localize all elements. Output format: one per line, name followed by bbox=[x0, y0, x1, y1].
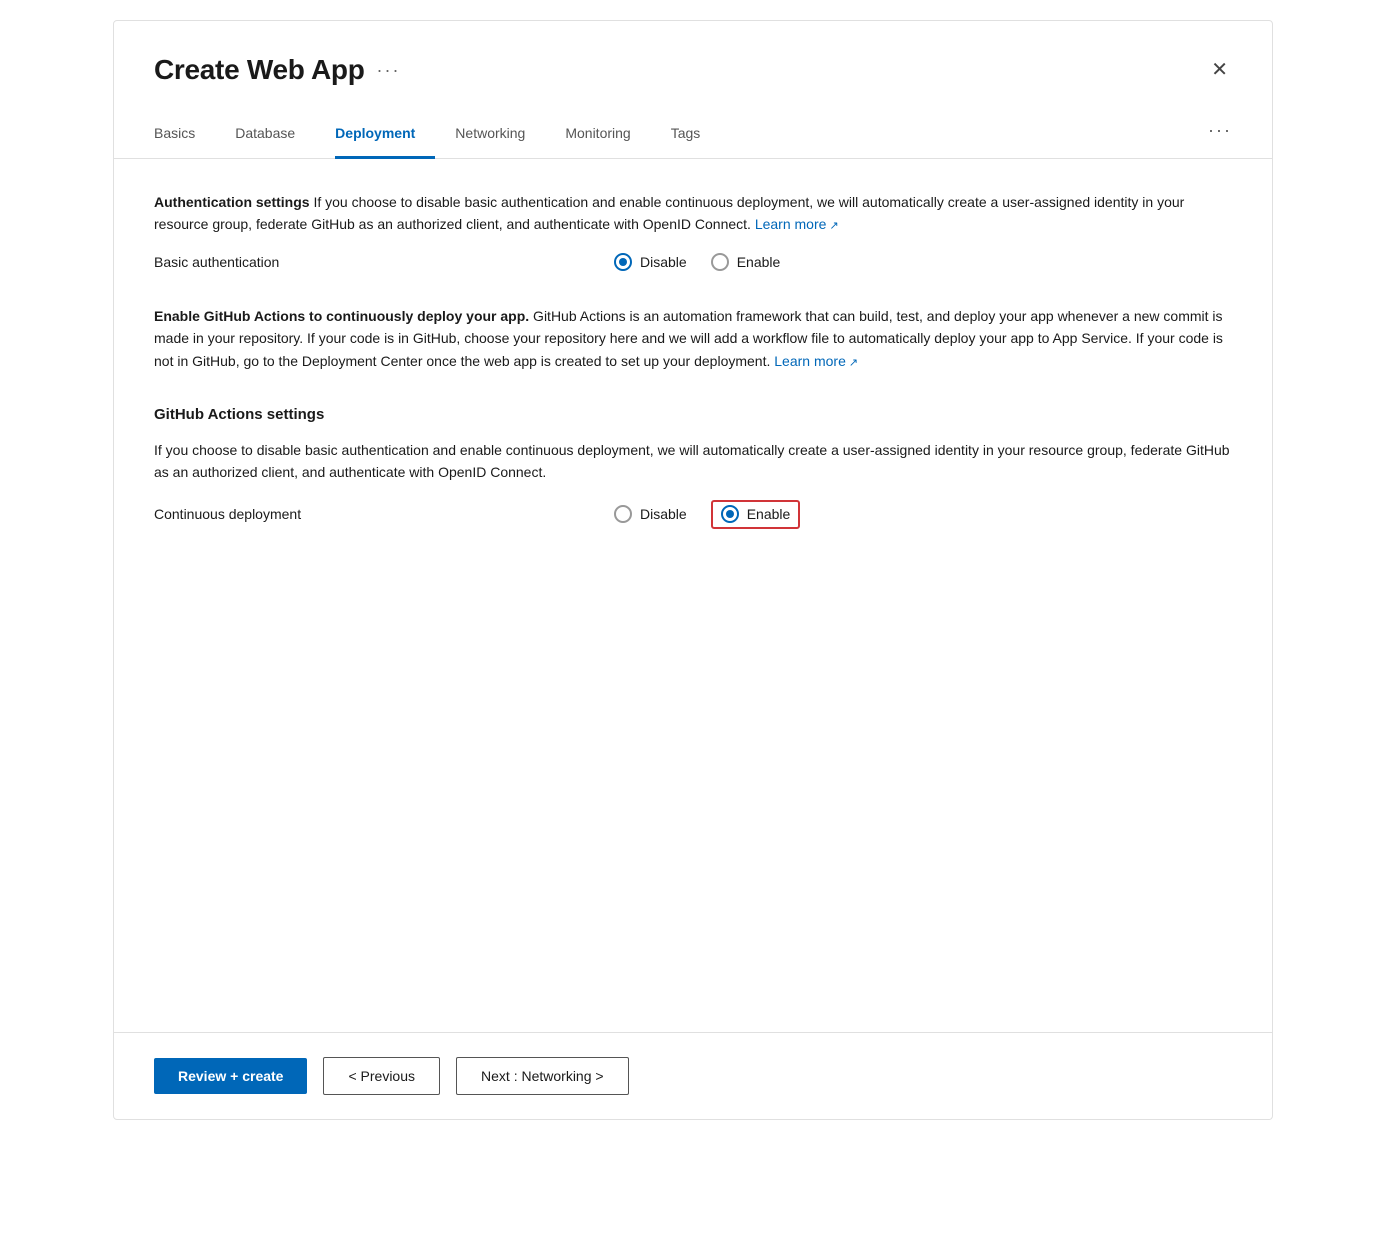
tab-bar: Basics Database Deployment Networking Mo… bbox=[114, 91, 1272, 159]
continuous-deployment-disable-label: Disable bbox=[640, 504, 687, 525]
basic-auth-disable-option[interactable]: Disable bbox=[614, 252, 687, 273]
continuous-deployment-disable-radio[interactable] bbox=[614, 505, 632, 523]
close-icon[interactable]: ✕ bbox=[1207, 56, 1232, 84]
github-actions-settings-desc: If you choose to disable basic authentic… bbox=[154, 439, 1232, 484]
auth-settings-section: Authentication settings If you choose to… bbox=[154, 191, 1232, 273]
continuous-deployment-label: Continuous deployment bbox=[154, 504, 374, 525]
dialog-footer: Review + create < Previous Next : Networ… bbox=[114, 1032, 1272, 1119]
auth-section-description: Authentication settings If you choose to… bbox=[154, 191, 1232, 236]
github-section-title: Enable GitHub Actions to continuously de… bbox=[154, 308, 529, 324]
basic-auth-field-row: Basic authentication Disable Enable bbox=[154, 252, 1232, 273]
continuous-deployment-radio-group: Disable Enable bbox=[614, 500, 800, 529]
auth-section-title: Authentication settings bbox=[154, 194, 310, 210]
tab-deployment[interactable]: Deployment bbox=[335, 115, 435, 159]
continuous-deployment-enable-option[interactable]: Enable bbox=[711, 500, 801, 529]
tab-networking[interactable]: Networking bbox=[455, 115, 545, 159]
next-button[interactable]: Next : Networking > bbox=[456, 1057, 629, 1095]
basic-auth-disable-radio[interactable] bbox=[614, 253, 632, 271]
dialog-title-area: Create Web App ··· bbox=[154, 49, 401, 91]
dialog-header: Create Web App ··· ✕ bbox=[114, 21, 1272, 91]
continuous-deployment-enable-radio[interactable] bbox=[721, 505, 739, 523]
github-section-description: Enable GitHub Actions to continuously de… bbox=[154, 305, 1232, 372]
page-title: Create Web App bbox=[154, 49, 365, 91]
basic-auth-radio-group: Disable Enable bbox=[614, 252, 780, 273]
title-more-icon[interactable]: ··· bbox=[377, 57, 401, 84]
basic-auth-enable-label: Enable bbox=[737, 252, 781, 273]
github-actions-settings-section: GitHub Actions settings If you choose to… bbox=[154, 404, 1232, 528]
previous-button[interactable]: < Previous bbox=[323, 1057, 440, 1095]
create-web-app-dialog: Create Web App ··· ✕ Basics Database Dep… bbox=[113, 20, 1273, 1120]
basic-auth-label: Basic authentication bbox=[154, 252, 374, 273]
basic-auth-disable-label: Disable bbox=[640, 252, 687, 273]
basic-auth-enable-radio[interactable] bbox=[711, 253, 729, 271]
main-content: Authentication settings If you choose to… bbox=[114, 159, 1272, 1032]
basic-auth-enable-option[interactable]: Enable bbox=[711, 252, 781, 273]
review-create-button[interactable]: Review + create bbox=[154, 1058, 307, 1094]
continuous-deployment-enable-highlighted[interactable]: Enable bbox=[711, 500, 801, 529]
continuous-deployment-enable-label: Enable bbox=[747, 504, 791, 525]
continuous-deployment-field-row: Continuous deployment Disable Enable bbox=[154, 500, 1232, 529]
github-learn-more-link[interactable]: Learn more bbox=[774, 353, 858, 369]
tab-more-icon[interactable]: ··· bbox=[1208, 117, 1232, 156]
continuous-deployment-disable-option[interactable]: Disable bbox=[614, 504, 687, 525]
tab-database[interactable]: Database bbox=[235, 115, 315, 159]
tab-tags[interactable]: Tags bbox=[671, 115, 721, 159]
auth-learn-more-link[interactable]: Learn more bbox=[755, 216, 839, 232]
tab-monitoring[interactable]: Monitoring bbox=[565, 115, 650, 159]
tab-basics[interactable]: Basics bbox=[154, 115, 215, 159]
github-actions-section: Enable GitHub Actions to continuously de… bbox=[154, 305, 1232, 372]
github-actions-settings-title: GitHub Actions settings bbox=[154, 404, 1232, 427]
